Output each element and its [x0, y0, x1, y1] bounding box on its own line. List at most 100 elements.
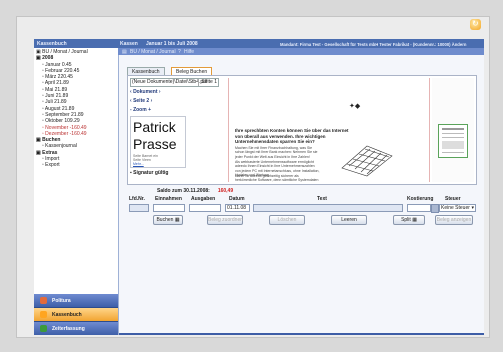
- tree-item-label: 2008: [42, 55, 54, 62]
- beleg-anzeigen-label: Beleg anzeigen: [436, 217, 472, 223]
- zoom-in-icon[interactable]: +: [148, 107, 151, 113]
- leeren-label: Leeren: [341, 217, 357, 223]
- steuer-value: Keine Steuer: [441, 205, 470, 211]
- zoom-out-icon[interactable]: -: [130, 107, 132, 113]
- viewer-controls: (Neue Dokumente)\Datei\Stb4.pdf Seite 1 …: [130, 78, 219, 182]
- signature-status: ▪ Signatur gültig: [130, 170, 168, 176]
- einnahmen-field[interactable]: [153, 204, 185, 212]
- balance-value: 160,49: [217, 188, 234, 194]
- tree-item-label: Januar 0.45: [45, 61, 72, 68]
- page-number: 2: [146, 98, 150, 104]
- beleg-anzeigen-button[interactable]: Beleg anzeigen: [435, 215, 473, 225]
- tree-item-label: Export: [45, 162, 60, 169]
- navigation-tree: ▣ BU / Monat / Journal ▣ 2008 ▫ Januar 0.4…: [36, 49, 116, 169]
- label-steuer: Steuer: [445, 196, 461, 202]
- prev-page-icon[interactable]: ‹: [130, 98, 132, 104]
- ausgaben-field[interactable]: [189, 204, 221, 212]
- clock-icon: [40, 325, 47, 332]
- document-path-field[interactable]: (Neue Dokumente)\Datei\Stb4.pdf Seite 1: [130, 78, 219, 87]
- sidebar: ▣ BU / Monat / Journal ▣ 2008 ▫ Januar 0.4…: [34, 48, 119, 335]
- loeschen-button[interactable]: Löschen: [269, 215, 305, 225]
- lfd-nr-field[interactable]: [129, 204, 149, 212]
- page-illustration: [341, 145, 393, 177]
- signature-status-text: Signatur gültig: [133, 170, 169, 176]
- signature-more-link[interactable]: Mehr...: [133, 162, 183, 166]
- tree-item-label: BU / Monat / Journal: [42, 49, 88, 55]
- balance-label: Saldo zum 30.11.2008:: [157, 188, 210, 194]
- signer-first-name: Patrick: [133, 119, 176, 135]
- loeschen-label: Löschen: [277, 217, 297, 223]
- kostierung-field[interactable]: [407, 204, 431, 212]
- text-field[interactable]: [253, 204, 403, 212]
- module-title[interactable]: Kassen: [120, 41, 138, 47]
- split-icon: ▦: [412, 217, 417, 223]
- beleg-zuordnen-button[interactable]: Beleg zuordnen: [207, 215, 243, 225]
- next-page-icon[interactable]: ›: [151, 98, 153, 104]
- folder-icon: [40, 297, 47, 304]
- signer-last-name: Prasse: [133, 136, 177, 152]
- document-nav[interactable]: ‹ Dokument ›: [130, 89, 172, 96]
- tree-item-label: September 21.89: [45, 111, 84, 118]
- buchen-button[interactable]: Buchen ▦: [153, 215, 183, 225]
- tree-item-label: Februar 220.45: [45, 67, 80, 74]
- company-label[interactable]: Mandant: Firma Test - Gesellschaft für T…: [280, 42, 466, 47]
- module-navigation: PolituraKassenbuchZeiterfassungBuchhaltu…: [34, 294, 118, 335]
- page-paragraph-1: Machen Sie mit Ihrer Finanzbuchhaltung, …: [235, 146, 318, 159]
- breadcrumb: ▤ BU / Monat / Journal ? Hilfe: [118, 48, 484, 55]
- split-label: Split: [401, 217, 411, 223]
- tree-item-label: Kassenjournal: [45, 143, 77, 150]
- document-nav-label: Dokument: [133, 89, 158, 95]
- tree-item-label: Oktober 109.29: [45, 118, 80, 125]
- beleg-zuordnen-label: Beleg zuordnen: [208, 217, 244, 223]
- zoom-control[interactable]: - Zoom +: [130, 107, 172, 114]
- next-document-icon[interactable]: ›: [159, 89, 161, 95]
- document-page: ✦◆ Ihre sprechbten Konten können Sie übe…: [228, 78, 430, 182]
- datum-value: 01.11.08: [227, 205, 247, 211]
- tree-item-label: Juni 21.89: [45, 93, 69, 100]
- period-label[interactable]: Januar 1 bis Juli 2008: [146, 41, 198, 47]
- tree-item-label: November -160.49: [45, 124, 87, 131]
- document-path: (Neue Dokumente)\Datei\Stb4.pdf: [132, 79, 208, 85]
- tree-item-label: Dezember -160.49: [45, 130, 87, 137]
- cashbook-icon: [40, 311, 47, 318]
- steuer-select[interactable]: Keine Steuer ▾: [439, 204, 476, 212]
- split-button[interactable]: Split ▦: [393, 215, 425, 225]
- page-nav[interactable]: ‹ Seite 2 ›: [130, 98, 172, 105]
- kostierung-lookup-icon[interactable]: [431, 204, 439, 213]
- document-viewer: (Neue Dokumente)\Datei\Stb4.pdf Seite 1 …: [127, 75, 477, 185]
- nav-item-kassenbuch[interactable]: Kassenbuch: [34, 308, 118, 322]
- nav-item-politura[interactable]: Politura: [34, 294, 118, 308]
- label-lfd-nr: Lfd.Nr.: [129, 196, 145, 202]
- signature-panel: Patrick Prasse Seite Barnet ein Seite Vi…: [130, 116, 186, 168]
- page-thumbnail[interactable]: [438, 124, 468, 158]
- page-paragraph-3: Daher ist adeedo gleichzeitig sicherer a…: [235, 174, 319, 182]
- path-page-button[interactable]: Seite 1: [198, 79, 217, 86]
- nav-item-label: Kassenbuch: [52, 312, 82, 318]
- nav-item-zeiterfassung[interactable]: Zeiterfassung: [34, 322, 118, 335]
- buchen-label: Buchen: [156, 217, 174, 223]
- leeren-button[interactable]: Leeren: [331, 215, 367, 225]
- tree-item-label: Extras: [42, 149, 58, 156]
- main-content: Kassenbuch Beleg Buchen (Neue Dokumente)…: [119, 55, 484, 335]
- app-title: Kassenbuch: [37, 41, 67, 47]
- tree-item[interactable]: ▫ Export: [36, 162, 116, 168]
- tree-item-label: Buchen: [42, 137, 61, 144]
- tree-item-label: Import: [45, 156, 60, 163]
- label-text: Text: [317, 196, 327, 202]
- tree-item-label: Juli 21.89: [45, 99, 67, 106]
- label-einnahmen: Einnahmen: [155, 196, 182, 202]
- tree-item-label: August 21.89: [44, 105, 75, 112]
- buchen-icon: ▦: [174, 217, 180, 223]
- balance-line: Saldo zum 30.11.2008: 160,49: [157, 188, 233, 194]
- zoom-label: Zoom: [133, 107, 147, 113]
- application-window: Kassenbuch Kassen Januar 1 bis Juli 2008…: [34, 39, 484, 335]
- chevron-down-icon[interactable]: ▾: [471, 205, 474, 211]
- label-kostierung: Kostierung: [407, 196, 434, 202]
- datum-field[interactable]: 01.11.08: [225, 204, 250, 212]
- tree-item-label: März 220.45: [45, 74, 73, 81]
- page-logo-icon: ✦◆: [349, 103, 361, 110]
- status-bar: [119, 333, 484, 335]
- tree-item-label: April 21.89: [44, 80, 69, 87]
- nav-item-label: Politura: [52, 298, 71, 304]
- prev-document-icon[interactable]: ‹: [130, 89, 132, 95]
